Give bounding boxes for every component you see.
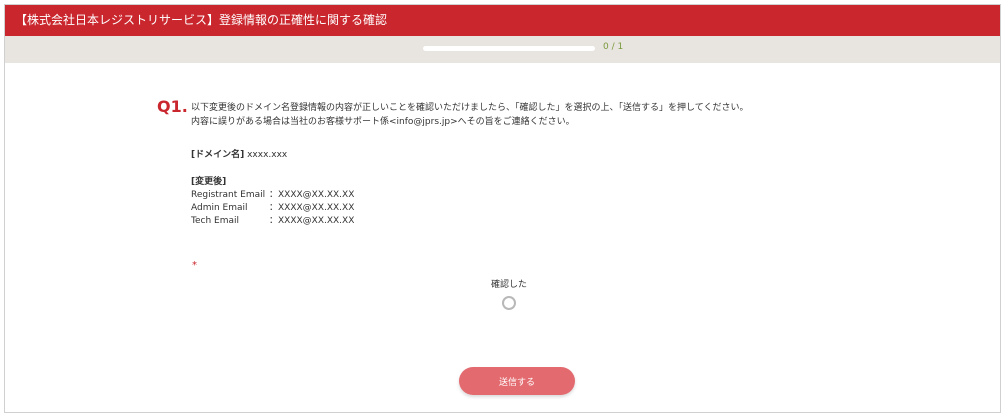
- question-number: Q1.: [157, 97, 188, 116]
- progress-bar-row: 0 / 1: [5, 36, 1000, 63]
- tech-email-row: Tech Email ：XXXX@XX.XX.XX: [191, 215, 354, 228]
- after-label: [変更後]: [191, 177, 227, 187]
- question-text-line1: 以下変更後のドメイン名登録情報の内容が正しいことを確認いただけましたら、「確認し…: [191, 103, 749, 113]
- email-label: Registrant Email: [191, 190, 266, 200]
- progress-text: 0 / 1: [603, 42, 624, 52]
- email-value: ：XXXX@XX.XX.XX: [269, 203, 355, 213]
- confirm-option[interactable]: 確認した: [479, 277, 539, 314]
- question-text: 以下変更後のドメイン名登録情報の内容が正しいことを確認いただけましたら、「確認し…: [191, 101, 748, 129]
- required-mark: *: [192, 260, 197, 271]
- submit-button[interactable]: 送信する: [459, 367, 575, 395]
- survey-frame: 【株式会社日本レジストリサービス】登録情報の正確性に関する確認 0 / 1 Q1…: [4, 4, 1001, 413]
- domain-label: [ドメイン名]: [191, 150, 245, 160]
- domain-value: xxxx.xxx: [244, 150, 288, 160]
- email-value: ：XXXX@XX.XX.XX: [269, 190, 355, 200]
- confirm-radio[interactable]: [502, 296, 516, 310]
- email-label: Tech Email: [191, 216, 239, 226]
- email-label: Admin Email: [191, 203, 248, 213]
- header-title: 【株式会社日本レジストリサービス】登録情報の正確性に関する確認: [15, 13, 388, 27]
- admin-email-row: Admin Email ：XXXX@XX.XX.XX: [191, 202, 354, 215]
- domain-row: [ドメイン名] xxxx.xxx: [191, 147, 287, 160]
- page-header: 【株式会社日本レジストリサービス】登録情報の正確性に関する確認: [5, 5, 1000, 36]
- email-value: ：XXXX@XX.XX.XX: [269, 216, 355, 226]
- progress-track: [423, 46, 595, 51]
- after-change-block: [変更後] Registrant Email ：XXXX@XX.XX.XX Adm…: [191, 176, 354, 228]
- confirm-option-label: 確認した: [490, 280, 527, 290]
- registrant-email-row: Registrant Email ：XXXX@XX.XX.XX: [191, 189, 354, 202]
- question-text-line2: 内容に誤りがある場合は当社のお客様サポート係<info@jprs.jp>へその旨…: [191, 117, 575, 127]
